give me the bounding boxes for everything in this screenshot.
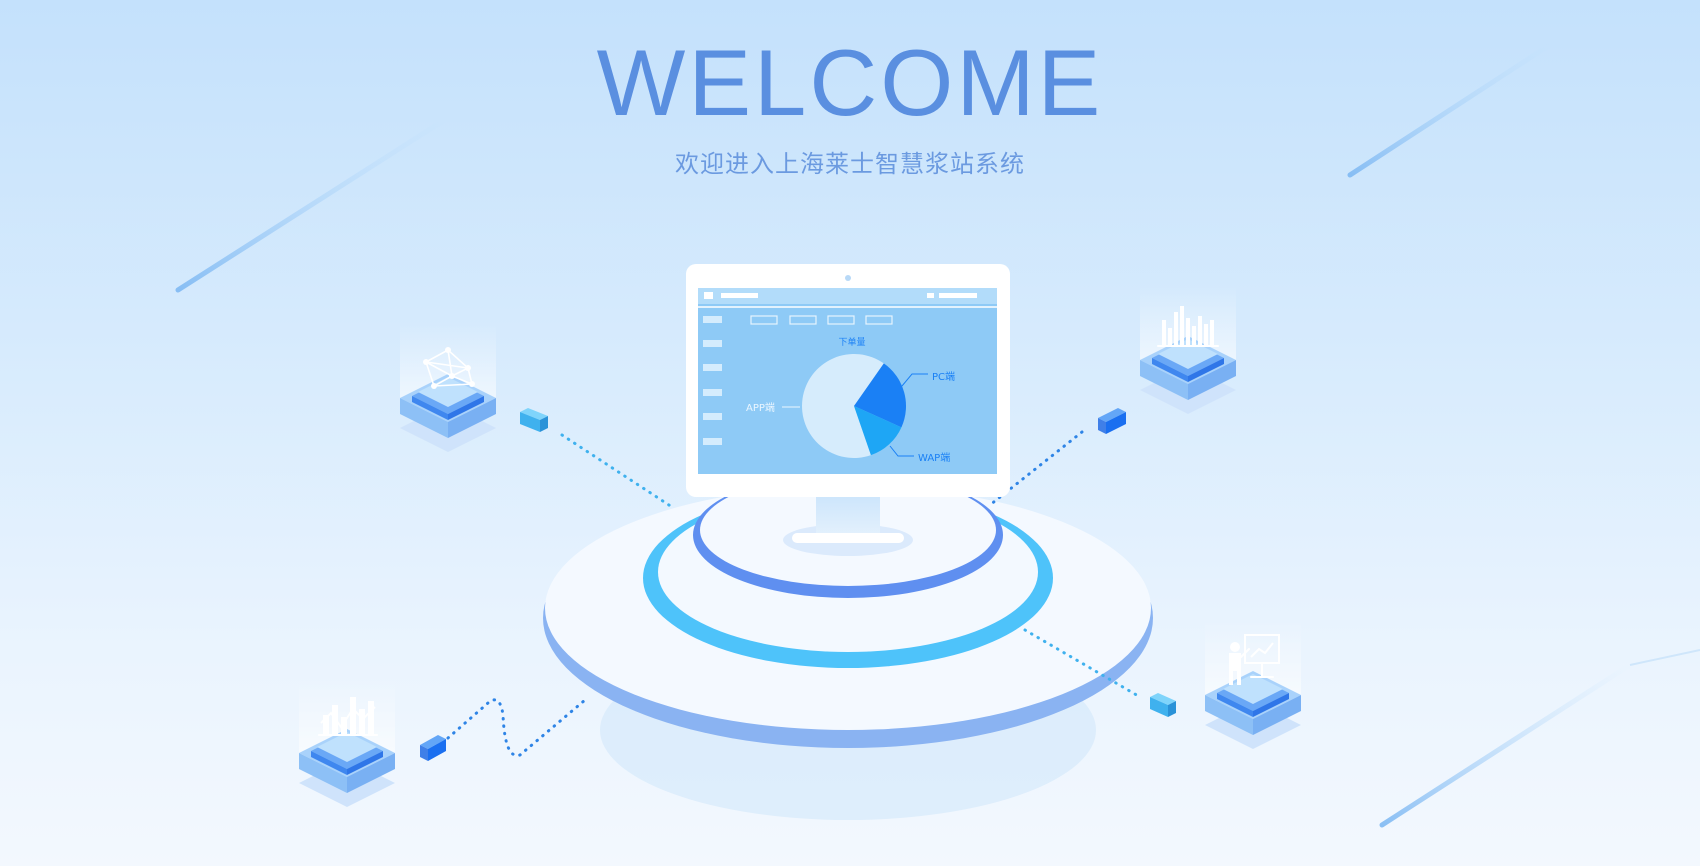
bar-chart-icon (1140, 285, 1236, 414)
presentation-icon (1205, 620, 1301, 749)
pie-slice-label: PC端 (932, 370, 955, 383)
network-icon (400, 323, 496, 452)
pie-chart-title: 下单量 (838, 336, 865, 348)
pie-slice-label: APP端 (746, 401, 775, 414)
bar-line-chart-icon (299, 678, 395, 807)
pie-slice-label: WAP端 (918, 451, 950, 464)
pie-chart (802, 353, 907, 458)
illustration-scene: 下单量 APP端 PC端 WAP端 (175, 32, 1700, 828)
